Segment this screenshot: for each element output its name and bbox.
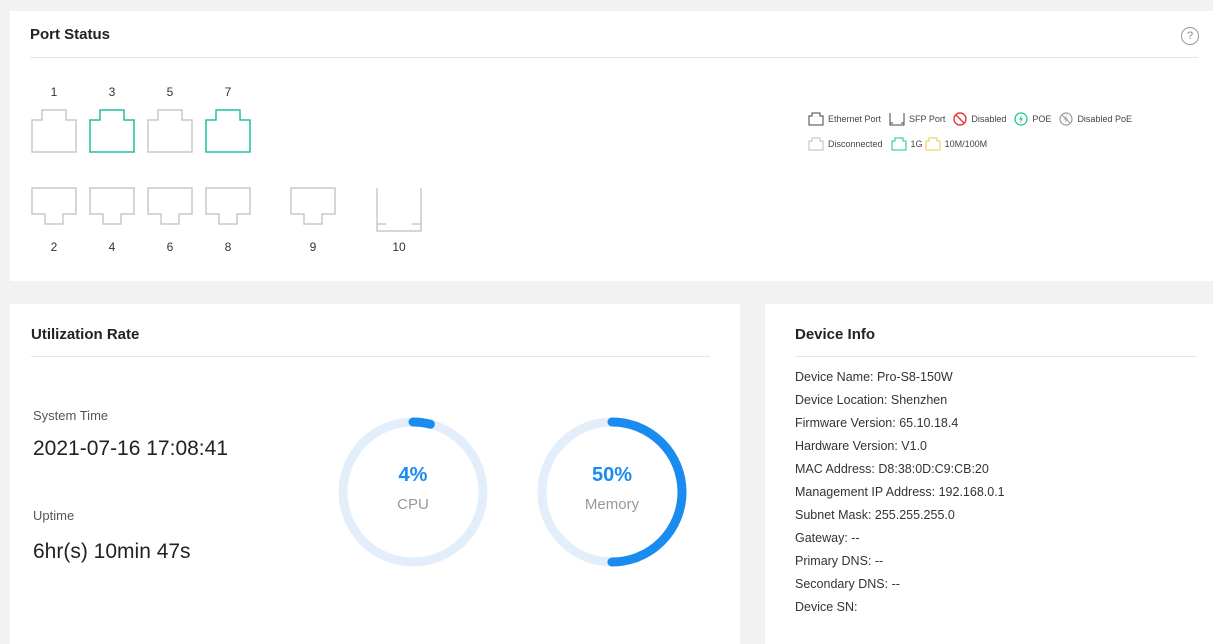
device-info-line: Firmware Version: 65.10.18.4 <box>795 416 959 430</box>
legend-1g: 1G <box>891 137 923 151</box>
legend-row-2: Disconnected 1G 10M/100M <box>808 137 995 151</box>
ethernet-port-icon <box>290 187 336 225</box>
utilization-divider <box>31 356 710 357</box>
disabled-poe-icon <box>1059 112 1074 126</box>
system-time-label: System Time <box>33 408 109 423</box>
device-info-line: Gateway: -- <box>795 531 860 545</box>
port-number-9: 9 <box>309 240 317 254</box>
port-number-8: 8 <box>224 240 232 254</box>
port-5[interactable] <box>147 108 193 158</box>
port-status-title: Port Status <box>30 26 111 43</box>
device-info-panel: Device Info Device Name: Pro-S8-150W Devi… <box>765 304 1213 644</box>
cpu-gauge-track <box>338 417 488 567</box>
disconnected-port-icon <box>808 137 824 151</box>
port-6[interactable] <box>147 187 193 237</box>
system-time-value: 2021-07-16 17:08:41 <box>33 437 228 460</box>
cpu-gauge: 4% CPU <box>335 414 491 570</box>
port-8[interactable] <box>205 187 251 237</box>
ethernet-port-icon <box>205 187 251 225</box>
device-info-line: Management IP Address: 192.168.0.1 <box>795 485 1005 499</box>
uptime-value: 6hr(s) 10min 47s <box>33 540 191 563</box>
sfp-port-icon <box>889 113 905 126</box>
port-10[interactable] <box>376 187 422 237</box>
legend-sfp-port: SFP Port <box>889 112 945 126</box>
legend-10m100m: 10M/100M <box>925 137 987 151</box>
port-number-7: 7 <box>224 85 232 99</box>
port-3[interactable] <box>89 108 135 158</box>
port-status-divider <box>30 57 1198 58</box>
device-info-line: Subnet Mask: 255.255.255.0 <box>795 508 955 522</box>
legend-row-1: Ethernet Port SFP Port Disabled POE Disa… <box>808 112 1140 126</box>
device-info-line: MAC Address: D8:38:0D:C9:CB:20 <box>795 462 989 476</box>
port-10m100m-icon <box>925 137 941 151</box>
poe-icon <box>1014 112 1029 126</box>
memory-label: Memory <box>584 496 640 513</box>
device-info-line: Device Name: Pro-S8-150W <box>795 370 953 384</box>
cpu-percent: 4% <box>398 464 428 486</box>
help-icon[interactable]: ? <box>1181 27 1199 45</box>
ethernet-port-icon <box>31 187 77 225</box>
port-status-panel: Port Status ? 1 3 5 7 2 4 6 8 9 10 Ethernet Port … <box>10 11 1213 281</box>
port-7[interactable] <box>205 108 251 158</box>
device-info-divider <box>795 356 1197 357</box>
cpu-label: CPU <box>397 496 429 513</box>
ethernet-port-icon <box>205 109 251 153</box>
port-number-6: 6 <box>166 240 174 254</box>
disabled-icon <box>953 112 968 126</box>
port-number-4: 4 <box>108 240 116 254</box>
device-info-line: Hardware Version: V1.0 <box>795 439 928 453</box>
port-number-2: 2 <box>50 240 58 254</box>
ethernet-port-icon <box>808 112 824 126</box>
legend-disabled-poe: Disabled PoE <box>1059 112 1132 126</box>
ethernet-port-icon <box>89 109 135 153</box>
legend-disabled: Disabled <box>953 112 1006 126</box>
port-number-5: 5 <box>166 85 174 99</box>
ethernet-port-icon <box>31 109 77 153</box>
memory-percent: 50% <box>591 464 633 486</box>
ethernet-port-icon <box>89 187 135 225</box>
device-info-line: Device SN: <box>795 600 858 614</box>
ethernet-port-icon <box>147 109 193 153</box>
port-4[interactable] <box>89 187 135 237</box>
port-1g-icon <box>891 137 907 151</box>
device-info-line: Device Location: Shenzhen <box>795 393 948 407</box>
port-number-3: 3 <box>108 85 116 99</box>
legend-poe: POE <box>1014 112 1051 126</box>
port-9[interactable] <box>290 187 336 237</box>
port-1[interactable] <box>31 108 77 158</box>
sfp-port-icon <box>376 188 422 232</box>
ethernet-port-icon <box>147 187 193 225</box>
legend-disconnected: Disconnected <box>808 137 883 151</box>
device-info-line: Primary DNS: -- <box>795 554 884 568</box>
device-info-title: Device Info <box>795 326 876 343</box>
memory-gauge: 50% Memory <box>534 414 690 570</box>
legend-ethernet-port: Ethernet Port <box>808 112 881 126</box>
utilization-panel: Utilization Rate System Time 2021-07-16 … <box>10 304 740 644</box>
port-number-10: 10 <box>392 240 406 254</box>
port-2[interactable] <box>31 187 77 237</box>
device-info-line: Secondary DNS: -- <box>795 577 900 591</box>
port-number-1: 1 <box>50 85 58 99</box>
uptime-label: Uptime <box>33 508 75 523</box>
utilization-title: Utilization Rate <box>31 326 140 343</box>
